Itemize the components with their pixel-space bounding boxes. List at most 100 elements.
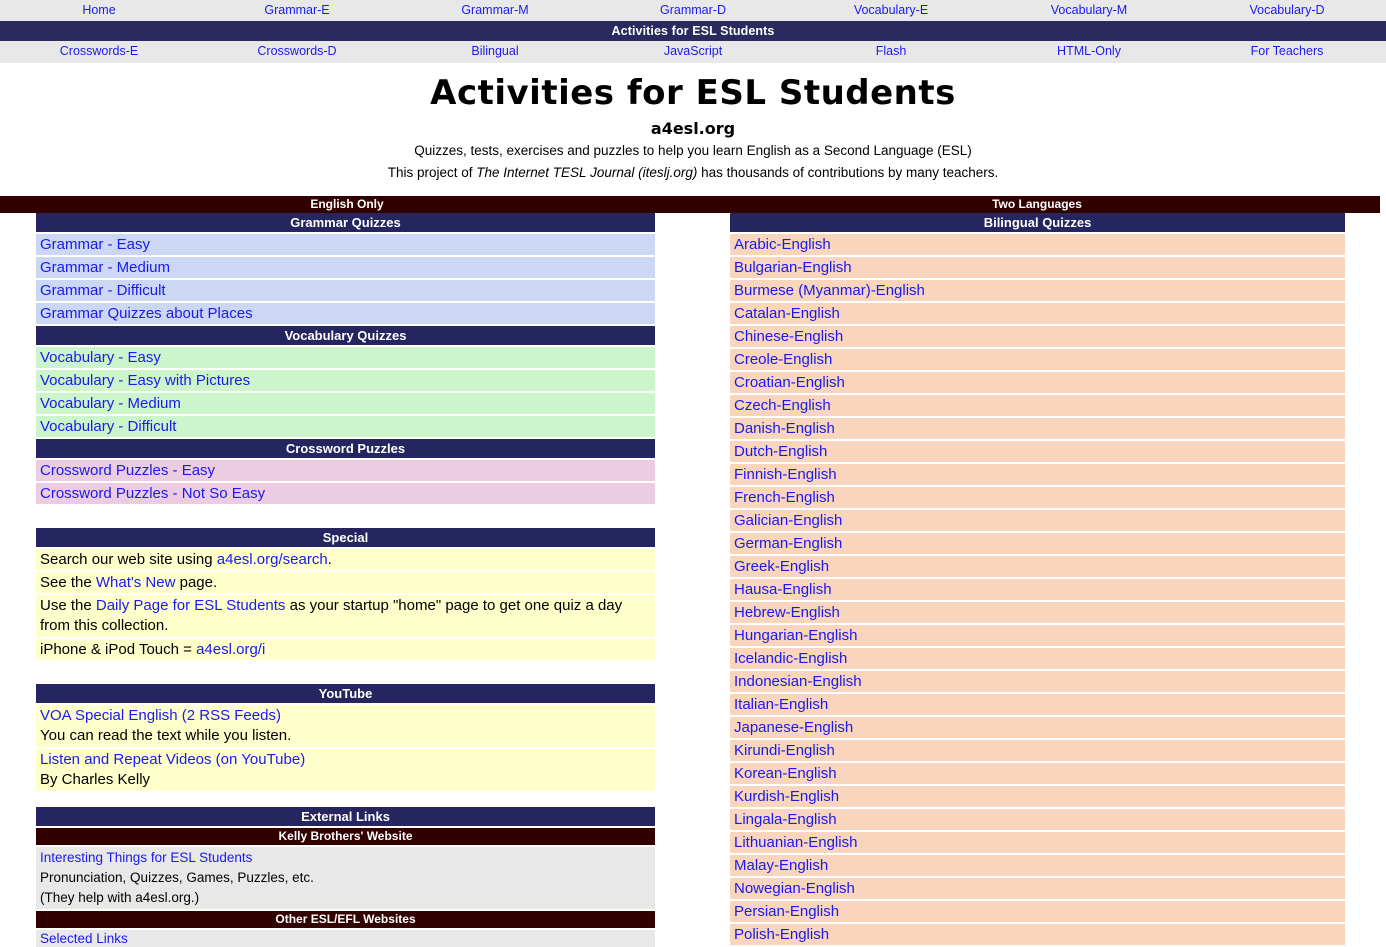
bilingual-quiz-row[interactable]: Czech-English: [730, 395, 1345, 416]
nav-link-home[interactable]: Home: [0, 0, 198, 21]
quiz-link[interactable]: Hungarian-English: [734, 627, 857, 644]
nav-link-grammar-e[interactable]: Grammar-E: [198, 0, 396, 21]
grammar-quiz-row[interactable]: Grammar Quizzes about Places: [36, 303, 655, 324]
youtube-listen-repeat-row[interactable]: Listen and Repeat Videos (on YouTube) By …: [36, 749, 655, 791]
search-link[interactable]: a4esl.org/search: [217, 551, 328, 568]
quiz-link[interactable]: Hebrew-English: [734, 604, 840, 621]
whats-new-link[interactable]: What's New: [96, 574, 176, 591]
nav-link-crosswords-e[interactable]: Crosswords-E: [0, 41, 198, 62]
grammar-quiz-row[interactable]: Grammar - Difficult: [36, 280, 655, 301]
nav-link-javascript[interactable]: JavaScript: [594, 41, 792, 62]
quiz-link[interactable]: Catalan-English: [734, 305, 840, 322]
bilingual-quiz-row[interactable]: Polish-English: [730, 924, 1345, 945]
quiz-link[interactable]: Bulgarian-English: [734, 259, 852, 276]
bilingual-quiz-row[interactable]: Croatian-English: [730, 372, 1345, 393]
special-whatsnew-row[interactable]: See the What's New page.: [36, 572, 655, 593]
quiz-link[interactable]: Persian-English: [734, 903, 839, 920]
grammar-quiz-row[interactable]: Grammar - Easy: [36, 234, 655, 255]
quiz-link[interactable]: Croatian-English: [734, 374, 845, 391]
quiz-link[interactable]: Galician-English: [734, 512, 842, 529]
bilingual-quiz-row[interactable]: Lithuanian-English: [730, 832, 1345, 853]
nav-link-vocabulary-e[interactable]: Vocabulary-E: [792, 0, 990, 21]
bilingual-quiz-row[interactable]: Japanese-English: [730, 717, 1345, 738]
vocabulary-quiz-row[interactable]: Vocabulary - Easy with Pictures: [36, 370, 655, 391]
nav-link-vocabulary-m[interactable]: Vocabulary-M: [990, 0, 1188, 21]
special-search-row[interactable]: Search our web site using a4esl.org/sear…: [36, 549, 655, 570]
quiz-link[interactable]: Kirundi-English: [734, 742, 835, 759]
vocabulary-quiz-row[interactable]: Vocabulary - Easy: [36, 347, 655, 368]
nav-link-flash[interactable]: Flash: [792, 41, 990, 62]
quiz-link[interactable]: Vocabulary - Easy with Pictures: [40, 372, 250, 389]
bilingual-quiz-row[interactable]: Hungarian-English: [730, 625, 1345, 646]
bilingual-quiz-row[interactable]: Malay-English: [730, 855, 1345, 876]
youtube-voa-row[interactable]: VOA Special English (2 RSS Feeds) You can…: [36, 705, 655, 747]
quiz-link[interactable]: Grammar - Medium: [40, 259, 170, 276]
grammar-quiz-row[interactable]: Grammar - Medium: [36, 257, 655, 278]
bilingual-quiz-row[interactable]: Chinese-English: [730, 326, 1345, 347]
quiz-link[interactable]: Danish-English: [734, 420, 835, 437]
bilingual-quiz-row[interactable]: Icelandic-English: [730, 648, 1345, 669]
crossword-puzzle-row[interactable]: Crossword Puzzles - Easy: [36, 460, 655, 481]
bilingual-quiz-row[interactable]: Nowegian-English: [730, 878, 1345, 899]
quiz-link[interactable]: Burmese (Myanmar)-English: [734, 282, 925, 299]
bilingual-quiz-row[interactable]: Lingala-English: [730, 809, 1345, 830]
bilingual-quiz-row[interactable]: Korean-English: [730, 763, 1345, 784]
quiz-link[interactable]: German-English: [734, 535, 842, 552]
quiz-link[interactable]: Chinese-English: [734, 328, 843, 345]
quiz-link[interactable]: Italian-English: [734, 696, 828, 713]
quiz-link[interactable]: Vocabulary - Medium: [40, 395, 181, 412]
bilingual-quiz-row[interactable]: German-English: [730, 533, 1345, 554]
vocabulary-quiz-row[interactable]: Vocabulary - Difficult: [36, 416, 655, 437]
quiz-link[interactable]: Kurdish-English: [734, 788, 839, 805]
special-dailypage-row[interactable]: Use the Daily Page for ESL Students as y…: [36, 595, 655, 637]
bilingual-quiz-row[interactable]: Persian-English: [730, 901, 1345, 922]
quiz-link[interactable]: Polish-English: [734, 926, 829, 943]
quiz-link[interactable]: Grammar - Difficult: [40, 282, 166, 299]
quiz-link[interactable]: Grammar Quizzes about Places: [40, 305, 253, 322]
bilingual-quiz-row[interactable]: Kurdish-English: [730, 786, 1345, 807]
bilingual-quiz-row[interactable]: Danish-English: [730, 418, 1345, 439]
crossword-puzzle-row[interactable]: Crossword Puzzles - Not So Easy: [36, 483, 655, 504]
nav-link-crosswords-d[interactable]: Crosswords-D: [198, 41, 396, 62]
quiz-link[interactable]: Creole-English: [734, 351, 832, 368]
nav-link-for-teachers[interactable]: For Teachers: [1188, 41, 1386, 62]
bilingual-quiz-row[interactable]: Kirundi-English: [730, 740, 1345, 761]
quiz-link[interactable]: Icelandic-English: [734, 650, 847, 667]
nav-link-html-only[interactable]: HTML-Only: [990, 41, 1188, 62]
quiz-link[interactable]: Finnish-English: [734, 466, 837, 483]
quiz-link[interactable]: Grammar - Easy: [40, 236, 150, 253]
bilingual-quiz-row[interactable]: Bulgarian-English: [730, 257, 1345, 278]
quiz-link[interactable]: Hausa-English: [734, 581, 832, 598]
kelly-brothers-row[interactable]: Interesting Things for ESL Students Pronu…: [36, 847, 655, 909]
quiz-link[interactable]: Malay-English: [734, 857, 828, 874]
voa-special-english-link[interactable]: VOA Special English (2 RSS Feeds): [40, 707, 281, 724]
bilingual-quiz-row[interactable]: Italian-English: [730, 694, 1345, 715]
quiz-link[interactable]: Dutch-English: [734, 443, 827, 460]
bilingual-quiz-row[interactable]: Indonesian-English: [730, 671, 1345, 692]
nav-link-vocabulary-d[interactable]: Vocabulary-D: [1188, 0, 1386, 21]
quiz-link[interactable]: Crossword Puzzles - Easy: [40, 462, 215, 479]
quiz-link[interactable]: Nowegian-English: [734, 880, 855, 897]
bilingual-quiz-row[interactable]: Burmese (Myanmar)-English: [730, 280, 1345, 301]
bilingual-quiz-row[interactable]: Hebrew-English: [730, 602, 1345, 623]
bilingual-quiz-row[interactable]: Creole-English: [730, 349, 1345, 370]
nav-link-grammar-m[interactable]: Grammar-M: [396, 0, 594, 21]
listen-repeat-videos-link[interactable]: Listen and Repeat Videos (on YouTube): [40, 751, 305, 768]
nav-link-grammar-d[interactable]: Grammar-D: [594, 0, 792, 21]
quiz-link[interactable]: Greek-English: [734, 558, 829, 575]
special-iphone-row[interactable]: iPhone & iPod Touch = a4esl.org/i: [36, 639, 655, 660]
quiz-link[interactable]: Crossword Puzzles - Not So Easy: [40, 485, 265, 502]
nav-link-bilingual[interactable]: Bilingual: [396, 41, 594, 62]
bilingual-quiz-row[interactable]: Catalan-English: [730, 303, 1345, 324]
quiz-link[interactable]: Japanese-English: [734, 719, 853, 736]
daily-page-link[interactable]: Daily Page for ESL Students: [96, 597, 286, 614]
vocabulary-quiz-row[interactable]: Vocabulary - Medium: [36, 393, 655, 414]
selected-links-row[interactable]: Selected Links: [36, 930, 655, 947]
selected-links-link[interactable]: Selected Links: [40, 931, 128, 946]
quiz-link[interactable]: Korean-English: [734, 765, 837, 782]
quiz-link[interactable]: Lithuanian-English: [734, 834, 857, 851]
interesting-things-link[interactable]: Interesting Things for ESL Students: [40, 850, 252, 865]
bilingual-quiz-row[interactable]: Dutch-English: [730, 441, 1345, 462]
quiz-link[interactable]: Vocabulary - Difficult: [40, 418, 176, 435]
bilingual-quiz-row[interactable]: French-English: [730, 487, 1345, 508]
